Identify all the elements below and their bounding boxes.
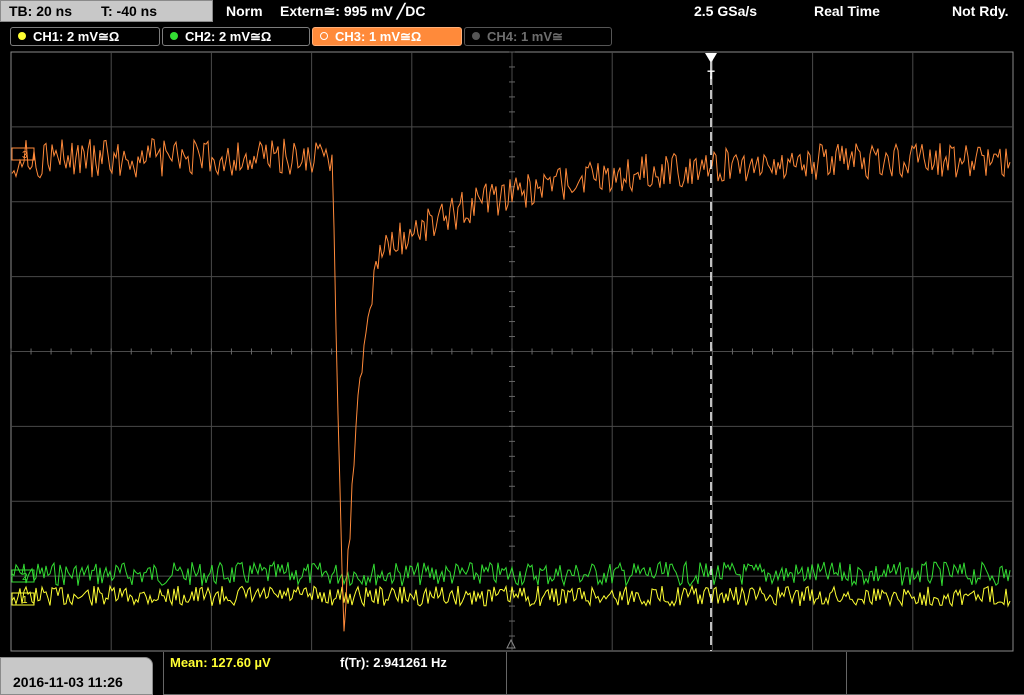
channel-1-trace xyxy=(11,584,1011,608)
measurement-cell-2[interactable] xyxy=(506,652,847,695)
channel-3-trace xyxy=(11,137,1011,632)
measurement-cell-3[interactable] xyxy=(846,652,1024,695)
waveform-display[interactable]: T 3 2 1 xyxy=(0,0,1024,652)
channel-2-ref-label: 2 xyxy=(22,572,28,583)
channel-1-ref-label: 1 xyxy=(22,595,28,606)
channel-3-ref-label: 3 xyxy=(22,150,28,161)
datetime-label: 2016-11-03 11:26 xyxy=(13,674,123,690)
measurement-mean: Mean: 127.60 µV xyxy=(170,655,271,670)
channel-3-ref-marker[interactable]: 3 xyxy=(11,147,35,161)
measurement-frequency: f(Tr): 2.941261 Hz xyxy=(340,655,447,670)
channel-2-trace xyxy=(11,560,1011,588)
graticule-grid xyxy=(10,51,1014,652)
horizontal-center-marker-icon xyxy=(506,638,516,649)
trigger-marker-label: T xyxy=(707,68,715,82)
bottom-bar: 2016-11-03 11:26 Mean: 127.60 µV f(Tr): … xyxy=(0,652,1024,695)
trigger-position-marker-icon[interactable] xyxy=(705,53,717,63)
datetime-box: 2016-11-03 11:26 xyxy=(0,657,153,695)
